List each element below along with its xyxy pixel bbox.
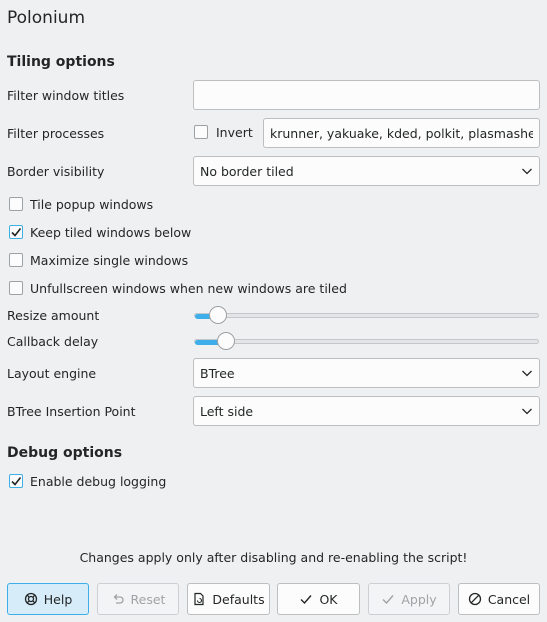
resize-amount-handle[interactable] — [209, 306, 227, 324]
maximize-single-checkbox[interactable] — [9, 253, 23, 267]
reset-button[interactable]: Reset — [97, 583, 179, 615]
enable-debug-logging-label: Enable debug logging — [30, 474, 167, 489]
defaults-button-label: Defaults — [212, 591, 265, 607]
filter-titles-input[interactable] — [193, 80, 540, 110]
enable-debug-logging-checkbox[interactable] — [9, 474, 23, 488]
cancel-button-label: Cancel — [487, 591, 531, 607]
border-visibility-label: Border visibility — [7, 164, 105, 179]
layout-engine-select[interactable]: BTree — [193, 358, 540, 388]
callback-delay-slider[interactable] — [194, 339, 539, 345]
keep-below-checkbox[interactable] — [9, 225, 23, 239]
checkmark-icon — [300, 595, 312, 605]
resize-amount-slider[interactable] — [194, 313, 539, 319]
filter-processes-input[interactable] — [263, 118, 540, 148]
filter-titles-label: Filter window titles — [7, 88, 125, 103]
apply-button[interactable]: Apply — [368, 583, 450, 615]
maximize-single-label: Maximize single windows — [30, 253, 189, 268]
invert-label: Invert — [216, 125, 253, 140]
keep-below-label: Keep tiled windows below — [30, 225, 192, 240]
chevron-down-icon — [522, 370, 532, 377]
filter-processes-label: Filter processes — [7, 126, 105, 141]
ok-button-label: OK — [319, 591, 338, 607]
checkmark-icon — [11, 477, 22, 486]
undo-icon — [113, 594, 124, 604]
unfullscreen-label: Unfullscreen windows when new windows ar… — [30, 281, 347, 296]
window-title: Polonium — [7, 8, 86, 28]
btree-insertion-value: Left side — [200, 403, 254, 419]
btree-insertion-label: BTree Insertion Point — [7, 404, 136, 419]
reset-button-label: Reset — [130, 591, 166, 607]
border-visibility-select[interactable]: No border tiled — [193, 156, 540, 186]
invert-checkbox[interactable] — [194, 125, 208, 139]
help-button-label: Help — [43, 591, 73, 607]
layout-engine-label: Layout engine — [7, 366, 97, 381]
callback-delay-label: Callback delay — [7, 334, 99, 349]
resize-amount-label: Resize amount — [7, 308, 100, 323]
callback-delay-handle[interactable] — [217, 332, 235, 350]
chevron-down-icon — [522, 408, 532, 415]
help-button[interactable]: Help — [7, 583, 89, 615]
checkmark-icon — [382, 595, 394, 605]
layout-engine-value: BTree — [200, 365, 235, 381]
unfullscreen-checkbox[interactable] — [9, 281, 23, 295]
border-visibility-value: No border tiled — [200, 163, 294, 179]
btree-insertion-select[interactable]: Left side — [193, 396, 540, 426]
chevron-down-icon — [522, 168, 532, 175]
document-revert-icon — [194, 592, 205, 606]
cancel-button[interactable]: Cancel — [458, 583, 540, 615]
restart-notice: Changes apply only after disabling and r… — [79, 550, 468, 565]
apply-button-label: Apply — [401, 591, 437, 607]
checkmark-icon — [11, 228, 22, 237]
ok-button[interactable]: OK — [277, 583, 360, 615]
tile-popup-label: Tile popup windows — [30, 197, 154, 212]
tiling-options-heading: Tiling options — [7, 54, 115, 70]
debug-options-heading: Debug options — [7, 445, 123, 461]
tile-popup-checkbox[interactable] — [9, 197, 23, 211]
defaults-button[interactable]: Defaults — [187, 583, 270, 615]
lifebuoy-icon — [24, 592, 37, 606]
cancel-icon — [468, 592, 481, 606]
